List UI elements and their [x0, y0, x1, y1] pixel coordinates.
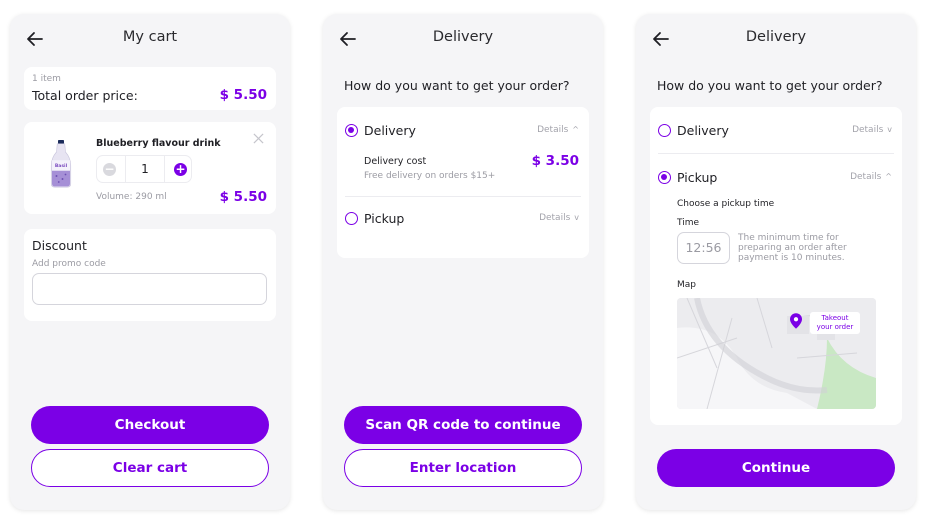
chevron-up-icon: ^ — [885, 172, 892, 181]
promo-code-input[interactable] — [32, 273, 267, 305]
total-label: Total order price: — [32, 88, 138, 103]
map[interactable]: Takeout your order — [677, 298, 876, 409]
delivery-options-card: Delivery Details ^ Delivery cost $ 3.50 F… — [337, 107, 589, 258]
choose-time-label: Choose a pickup time — [677, 199, 775, 209]
product-image: Basil — [50, 140, 72, 188]
product-name: Blueberry flavour drink — [96, 138, 221, 149]
pickup-details-toggle[interactable]: Details ^ — [850, 172, 892, 182]
details-label: Details — [852, 125, 884, 135]
delivery-question: How do you want to get your order? — [657, 78, 883, 93]
pickup-header: Delivery — [636, 14, 916, 62]
details-label: Details — [539, 213, 571, 223]
details-label: Details — [537, 125, 569, 135]
delivery-header: Delivery — [323, 14, 603, 62]
enter-location-button[interactable]: Enter location — [344, 449, 582, 487]
continue-button[interactable]: Continue — [657, 449, 895, 487]
plus-icon[interactable]: + — [174, 163, 187, 176]
delivery-cost-label: Delivery cost — [364, 156, 427, 167]
close-icon[interactable] — [253, 133, 264, 144]
delivery-details-toggle[interactable]: Details ^ — [537, 125, 579, 135]
checkout-button[interactable]: Checkout — [31, 406, 269, 444]
page-title: Delivery — [745, 29, 807, 45]
cart-header: My cart — [10, 14, 290, 62]
chevron-up-icon: ^ — [572, 125, 579, 134]
map-pin-icon[interactable] — [790, 313, 802, 329]
divider — [345, 196, 581, 197]
quantity-stepper: − 1 + — [96, 155, 192, 183]
map-label: Map — [677, 280, 696, 290]
quantity-value[interactable]: 1 — [125, 156, 165, 182]
time-input[interactable]: 12:56 — [677, 232, 730, 264]
items-count: 1 item — [32, 74, 61, 84]
pickup-details-toggle[interactable]: Details v — [539, 213, 579, 223]
pickup-radio[interactable] — [345, 212, 358, 225]
delivery-option-label[interactable]: Delivery — [677, 123, 729, 138]
discount-card: Discount Add promo code — [24, 229, 276, 321]
time-label: Time — [677, 218, 700, 228]
pickup-options-card: Delivery Details v Pickup Details ^ Choose… — [650, 107, 902, 425]
order-total-card: 1 item Total order price: $ 5.50 — [24, 67, 276, 110]
pickup-screen: Delivery How do you want to get your ord… — [636, 14, 916, 510]
pickup-radio[interactable] — [658, 171, 671, 184]
delivery-cost-value: $ 3.50 — [531, 153, 579, 169]
total-value: $ 5.50 — [219, 87, 267, 103]
details-label: Details — [850, 172, 882, 182]
chevron-down-icon: v — [887, 125, 892, 134]
pickup-option-label[interactable]: Pickup — [364, 211, 404, 226]
product-price: $ 5.50 — [219, 189, 267, 205]
delivery-radio[interactable] — [345, 124, 358, 137]
time-note: The minimum time for preparing an order … — [738, 233, 847, 263]
pickup-option-label[interactable]: Pickup — [677, 170, 717, 185]
free-delivery-note: Free delivery on orders $15+ — [364, 171, 496, 181]
page-title: Delivery — [432, 29, 494, 45]
cart-screen: My cart 1 item Total order price: $ 5.50… — [10, 14, 290, 510]
map-pin-label: Takeout your order — [810, 312, 860, 334]
divider — [658, 153, 894, 154]
clear-cart-button[interactable]: Clear cart — [31, 449, 269, 487]
delivery-details-toggle[interactable]: Details v — [852, 125, 892, 135]
delivery-option-label[interactable]: Delivery — [364, 123, 416, 138]
delivery-screen: Delivery How do you want to get your ord… — [323, 14, 603, 510]
scan-qr-button[interactable]: Scan QR code to continue — [344, 406, 582, 444]
svg-text:Basil: Basil — [55, 163, 68, 169]
promo-label: Add promo code — [32, 259, 106, 269]
minus-icon[interactable]: − — [103, 163, 116, 176]
delivery-question: How do you want to get your order? — [344, 78, 570, 93]
discount-title: Discount — [32, 238, 87, 253]
delivery-radio[interactable] — [658, 124, 671, 137]
chevron-down-icon: v — [574, 213, 579, 222]
product-volume: Volume: 290 ml — [96, 192, 167, 202]
cart-item: Basil Blueberry flavour drink − 1 + Volu… — [24, 122, 276, 214]
page-title: My cart — [122, 29, 178, 45]
